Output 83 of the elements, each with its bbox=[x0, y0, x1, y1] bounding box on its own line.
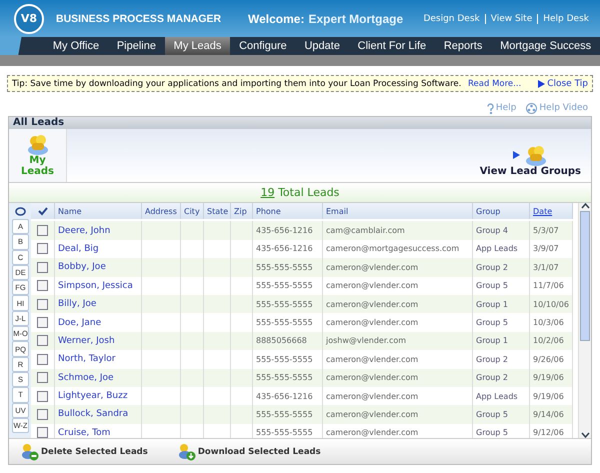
welcome-label: Welcome: bbox=[248, 12, 304, 26]
checkbox[interactable] bbox=[37, 390, 48, 402]
nav-tab[interactable]: Mortgage Success bbox=[491, 37, 600, 55]
lead-name-link[interactable]: Schmoe, Joe bbox=[55, 368, 142, 387]
nav-tab[interactable]: Pipeline bbox=[108, 37, 165, 55]
table-cell: 9/19/06 bbox=[530, 368, 573, 387]
checkbox[interactable] bbox=[37, 372, 48, 384]
table-cell: 435-656-1216 bbox=[253, 221, 323, 240]
table-cell: Group 1 bbox=[473, 294, 530, 314]
column-header: City bbox=[181, 203, 204, 219]
checkbox[interactable] bbox=[37, 298, 48, 310]
scrollbar-thumb[interactable] bbox=[580, 211, 590, 341]
triangle-icon bbox=[512, 151, 520, 159]
download-leads-icon bbox=[178, 442, 196, 460]
action-button[interactable]: Delete Selected Leads bbox=[15, 442, 154, 462]
close-tip-link[interactable]: Close Tip bbox=[538, 78, 588, 88]
logo: V8 bbox=[14, 4, 44, 34]
table-cell: Group 2 bbox=[473, 368, 530, 387]
nav-tab[interactable]: Client For Life bbox=[348, 37, 435, 55]
checkbox[interactable] bbox=[37, 408, 48, 420]
table-cell: cameron@vlender.com bbox=[323, 368, 473, 387]
checkbox[interactable] bbox=[37, 243, 48, 254]
checkmark-icon bbox=[38, 206, 48, 216]
table-cell: 5/3/07 bbox=[530, 221, 573, 240]
column-header: Phone bbox=[253, 203, 323, 219]
lead-count-link[interactable]: 19 bbox=[260, 186, 275, 199]
table-cell: cam@camblair.com bbox=[323, 221, 473, 240]
checkbox[interactable] bbox=[37, 317, 48, 328]
table-cell: Group 4 bbox=[473, 221, 530, 240]
table-cell: 8885056668 bbox=[253, 332, 323, 350]
table-cell: 555-555-5555 bbox=[253, 294, 323, 314]
lead-name-link[interactable]: Bobby, Joe bbox=[55, 258, 142, 277]
table-cell: cameron@vlender.com bbox=[323, 258, 473, 277]
nav-tab[interactable]: My Leads bbox=[164, 37, 230, 55]
table-cell: Group 5 bbox=[473, 405, 530, 424]
table-cell: joshw@vlender.com bbox=[323, 332, 473, 350]
lead-name-link[interactable]: Werner, Josh bbox=[55, 332, 142, 350]
column-header: Name bbox=[55, 203, 142, 219]
column-header: Address bbox=[142, 203, 181, 219]
table-cell: 3/1/07 bbox=[530, 258, 573, 277]
lead-name-link[interactable]: Bullock, Sandra bbox=[55, 405, 142, 424]
panel-title: All Leads bbox=[9, 117, 591, 129]
nav-tab[interactable]: Configure bbox=[230, 37, 296, 55]
nav-tab[interactable]: Update bbox=[296, 37, 349, 55]
table-cell: 555-555-5555 bbox=[253, 258, 323, 277]
film-reel-icon bbox=[526, 102, 538, 114]
column-header: Zip bbox=[231, 203, 253, 219]
lead-name-link[interactable]: Billy, Joe bbox=[55, 294, 142, 314]
action-button[interactable]: Download Selected Leads bbox=[172, 442, 327, 462]
table-cell: 9/14/06 bbox=[530, 405, 573, 424]
triangle-icon bbox=[538, 80, 546, 88]
table-cell: 10/2/06 bbox=[530, 332, 573, 350]
question-icon bbox=[486, 102, 494, 114]
table-cell: cameron@vlender.com bbox=[323, 294, 473, 314]
people-icon bbox=[26, 133, 50, 155]
nav-tab[interactable]: Reports bbox=[435, 37, 492, 55]
table-cell: 10/10/06 bbox=[530, 294, 573, 314]
scrollbar[interactable] bbox=[578, 203, 591, 438]
column-header: Group bbox=[473, 203, 530, 219]
checkbox[interactable] bbox=[37, 225, 48, 236]
read-more-link[interactable]: Read More... bbox=[468, 78, 522, 88]
table-cell: cameron@vlender.com bbox=[323, 405, 473, 424]
welcome-name: Expert Mortgage bbox=[308, 12, 404, 26]
nav-tab[interactable]: My Office bbox=[44, 37, 108, 55]
lead-name-link[interactable]: Deere, John bbox=[55, 221, 142, 240]
column-header: Email bbox=[323, 203, 473, 219]
app-title: BUSINESS PROCESS MANAGER bbox=[56, 12, 222, 24]
checkbox[interactable] bbox=[37, 427, 48, 438]
table-cell: 555-555-5555 bbox=[253, 405, 323, 424]
tip-text: Tip: Save time by downloading your applications and importing them into your Loan Processing Software. Read More... bbox=[12, 78, 522, 88]
table-cell: Group 2 bbox=[473, 258, 530, 277]
delete-leads-icon bbox=[21, 442, 39, 460]
checkbox[interactable] bbox=[37, 262, 48, 273]
checkbox[interactable] bbox=[37, 280, 48, 292]
column-header: State bbox=[204, 203, 231, 219]
column-header[interactable]: Date bbox=[530, 203, 573, 219]
checkbox[interactable] bbox=[37, 335, 48, 346]
total-label: Total Leads bbox=[277, 186, 340, 199]
people-icon bbox=[524, 144, 548, 166]
checkbox[interactable] bbox=[37, 354, 48, 365]
view-button[interactable]: View Lead Groups bbox=[470, 129, 591, 182]
table-cell: 555-555-5555 bbox=[253, 368, 323, 387]
table-cell: Group 1 bbox=[473, 332, 530, 350]
